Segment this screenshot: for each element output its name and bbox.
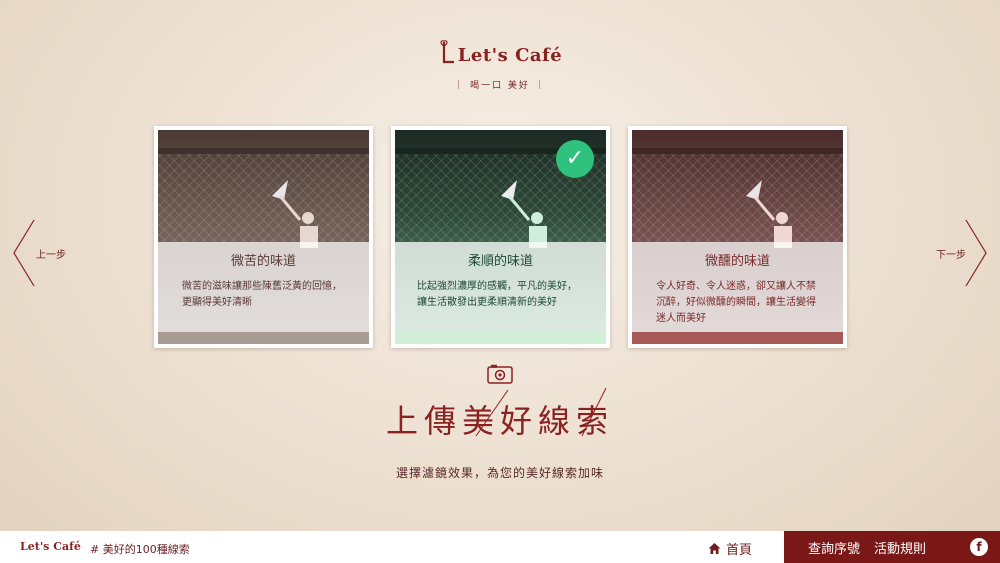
filter-card-smooth[interactable]: ✓ 柔順的味道 比起強烈濃厚的感觸，平凡的美好，讓生活散發出更柔順清新的美好: [391, 126, 610, 348]
figure-illustration: [501, 180, 547, 248]
filter-card-bitter[interactable]: 微苦的味道 微苦的滋味讓那些陳舊泛黃的回憶，更顯得美好清晰: [154, 126, 373, 348]
filter-card-tipsy[interactable]: 微醺的味道 令人好奇、令人迷惑，卻又讓人不禁沉醉，好似微醺的瞬間，讓生活變得迷人…: [628, 126, 847, 348]
event-rules-button[interactable]: 活動規則: [874, 538, 926, 557]
figure-illustration: [272, 180, 318, 248]
footer-actions: 查詢序號 活動規則 f: [784, 531, 1000, 563]
figure-illustration: [746, 180, 792, 248]
facebook-icon[interactable]: f: [970, 538, 988, 556]
lookup-serial-button[interactable]: 查詢序號: [808, 538, 860, 557]
selected-check-icon: ✓: [556, 140, 594, 178]
filter-photo: 微苦的味道 微苦的滋味讓那些陳舊泛黃的回憶，更顯得美好清晰: [158, 130, 369, 344]
chevron-left-icon: [13, 219, 35, 287]
prev-step-label: 上一步: [36, 250, 66, 261]
decorative-stroke: [475, 389, 509, 437]
decorative-stroke: [581, 387, 607, 437]
footer-logo[interactable]: Let's Café: [20, 540, 81, 553]
home-icon: [708, 543, 721, 554]
logo-slogan: ｜ 喝一口 美好 ｜: [454, 81, 546, 91]
filter-description: 比起強烈濃厚的感觸，平凡的美好，讓生活散發出更柔順清新的美好: [417, 281, 577, 308]
filter-photo: ✓ 柔順的味道 比起強烈濃厚的感觸，平凡的美好，讓生活散發出更柔順清新的美好: [395, 130, 606, 344]
filter-info: 微醺的味道 令人好奇、令人迷惑，卻又讓人不禁沉醉，好似微醺的瞬間，讓生活變得迷人…: [632, 242, 843, 332]
filter-cards: 微苦的味道 微苦的滋味讓那些陳舊泛黃的回憶，更顯得美好清晰 ✓ 柔順的味道 比起…: [154, 126, 847, 348]
filter-info: 微苦的味道 微苦的滋味讓那些陳舊泛黃的回憶，更顯得美好清晰: [158, 242, 369, 332]
hashtag-link[interactable]: # 美好的100種線索: [90, 541, 190, 557]
filter-info: 柔順的味道 比起強烈濃厚的感觸，平凡的美好，讓生活散發出更柔順清新的美好: [395, 242, 606, 332]
home-label: 首頁: [726, 543, 753, 558]
footer-bar: Let's Café # 美好的100種線索 首頁 查詢序號 活動規則 f: [0, 531, 1000, 563]
filter-description: 令人好奇、令人迷惑，卻又讓人不禁沉醉，好似微醺的瞬間，讓生活變得迷人而美好: [656, 281, 816, 324]
next-step-button[interactable]: 下一步: [936, 218, 988, 288]
filter-title: 柔順的味道: [467, 254, 533, 269]
brand-logo: Let's Café ｜ 喝一口 美好 ｜: [0, 40, 1000, 91]
filter-description: 微苦的滋味讓那些陳舊泛黃的回憶，更顯得美好清晰: [182, 281, 342, 308]
home-link[interactable]: 首頁: [708, 539, 752, 558]
filter-title: 微苦的味道: [230, 254, 296, 269]
filter-photo: 微醺的味道 令人好奇、令人迷惑，卻又讓人不禁沉醉，好似微醺的瞬間，讓生活變得迷人…: [632, 130, 843, 344]
camera-icon[interactable]: [487, 364, 513, 384]
logo-text: Let's Café: [457, 45, 563, 66]
chevron-right-icon: [965, 219, 987, 287]
filter-title: 微醺的味道: [704, 254, 770, 269]
prev-step-button[interactable]: 上一步: [12, 218, 66, 288]
next-step-label: 下一步: [936, 250, 966, 261]
page-subtitle: 選擇濾鏡效果，為您的美好線索加味: [395, 466, 604, 480]
logo-mark-icon: [440, 40, 454, 64]
